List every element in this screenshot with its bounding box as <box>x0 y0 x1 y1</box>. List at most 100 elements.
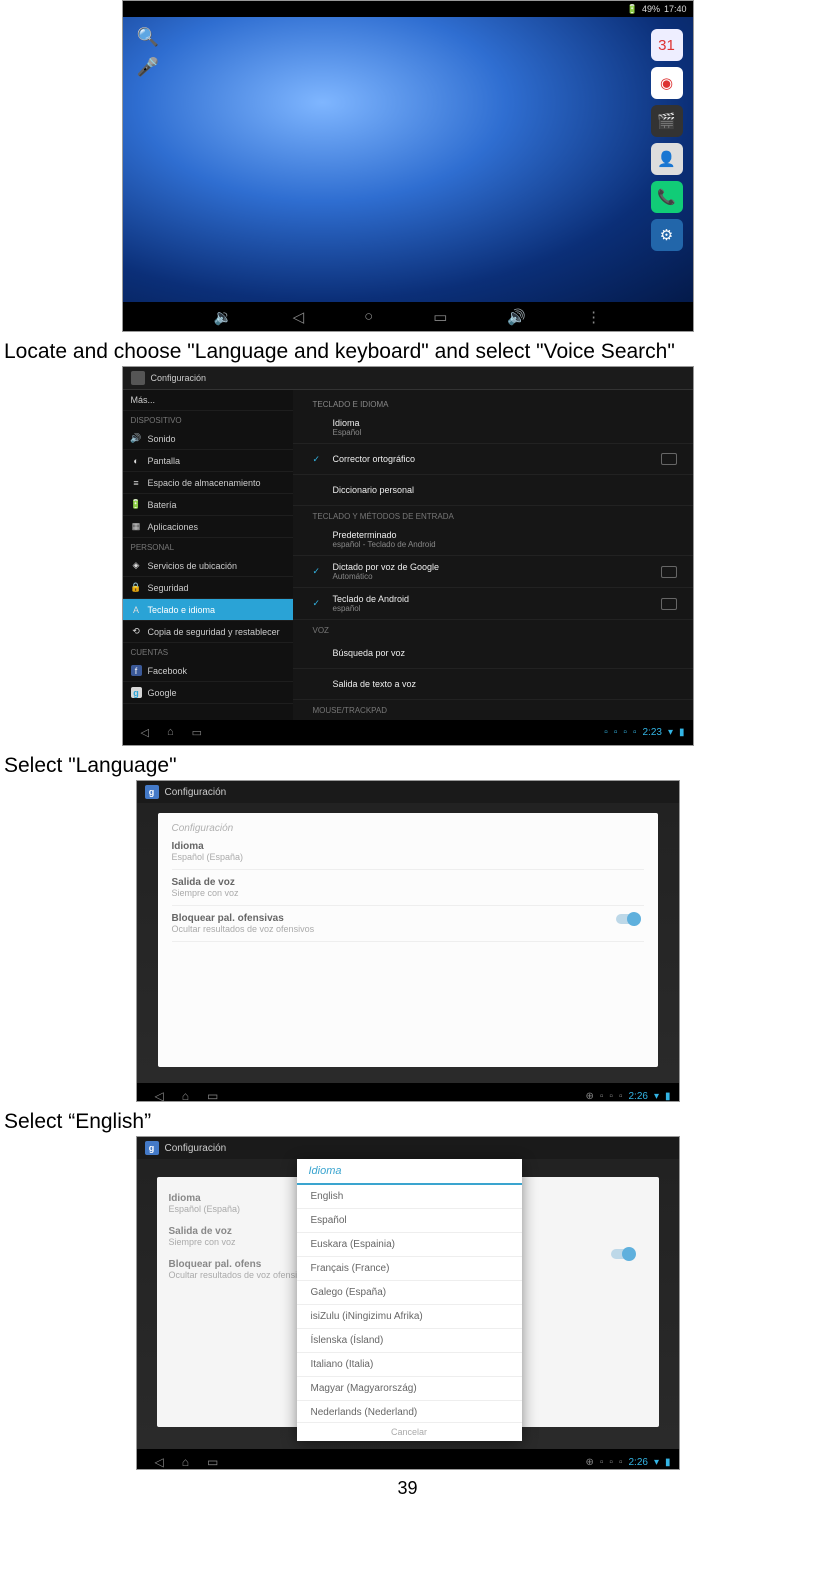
row-subtitle: Automático <box>333 572 440 581</box>
row-subtitle: Ocultar resultados de voz ofensivos <box>172 924 644 934</box>
sidebar-item[interactable]: f Facebook <box>123 660 293 682</box>
app-video-icon[interactable]: 🎬 <box>651 105 683 137</box>
recent-icon[interactable]: ▭ <box>192 726 202 739</box>
toggle-switch <box>611 1249 635 1259</box>
sidebar-item[interactable]: ≡Espacio de almacenamiento <box>123 472 293 494</box>
toggle-switch[interactable] <box>616 914 640 924</box>
wallpaper: 🔍 🎤 31 ◉ 🎬 👤 📞 ⚙ <box>123 17 693 302</box>
settings-row[interactable]: Predeterminadoespañol - Teclado de Andro… <box>293 524 693 556</box>
recent-icon[interactable]: ▭ <box>207 1455 218 1469</box>
language-option[interactable]: Galego (España) <box>297 1281 522 1305</box>
sidebar-item-icon: A <box>131 604 142 615</box>
app-chrome-icon[interactable]: ◉ <box>651 67 683 99</box>
row-title: Idioma <box>333 418 362 428</box>
app-settings-icon[interactable]: ⚙ <box>651 219 683 251</box>
status-icon: ⊕ <box>585 1457 593 1468</box>
sidebar-item[interactable]: gGoogle <box>123 682 293 704</box>
search-icon[interactable]: 🔍 <box>137 27 159 48</box>
status-icon: ▫ <box>619 1457 623 1468</box>
sidebar-item-label: Teclado e idioma <box>148 605 216 615</box>
sidebar-item[interactable]: ◈Servicios de ubicación <box>123 555 293 577</box>
system-bar: ◁ ⌂ ▭ ▫ ▫ ▫ ▫ 2:23 ▾ ▮ <box>123 720 693 744</box>
sidebar-header-personal: PERSONAL <box>123 538 293 555</box>
app-contacts-icon[interactable]: 👤 <box>651 143 683 175</box>
sidebar-header-accounts: CUENTAS <box>123 643 293 660</box>
settings-row[interactable]: IdiomaEspañol <box>293 412 693 444</box>
row-title: Salida de voz <box>172 877 644 888</box>
sidebar-item[interactable]: A Teclado e idioma <box>123 599 293 621</box>
sidebar-item-label: Aplicaciones <box>148 522 199 532</box>
screenshot-home: 🔋 49% 17:40 🔍 🎤 31 ◉ 🎬 👤 📞 ⚙ 🔉 ◁ ○ ▭ 🔊 ⋮ <box>122 0 694 332</box>
settings-row[interactable]: ✓Dictado por voz de GoogleAutomático <box>293 556 693 588</box>
sidebar-item[interactable]: 🔋Batería <box>123 494 293 516</box>
settings-icon[interactable] <box>661 453 677 465</box>
back-icon[interactable]: ◁ <box>155 1089 164 1102</box>
recent-icon[interactable]: ▭ <box>207 1089 218 1102</box>
home-icon[interactable]: ⌂ <box>182 1089 189 1102</box>
back-icon[interactable]: ◁ <box>293 308 305 326</box>
sidebar-item[interactable]: 🔊Sonido <box>123 428 293 450</box>
sidebar-item[interactable]: 🔒Seguridad <box>123 577 293 599</box>
sidebar-item[interactable]: ▦Aplicaciones <box>123 516 293 538</box>
app-calendar-icon[interactable]: 31 <box>651 29 683 61</box>
row-title: Corrector ortográfico <box>333 454 416 464</box>
pane-header-1: TECLADO Y MÉTODOS DE ENTRADA <box>293 506 693 524</box>
settings-topbar: Configuración <box>123 367 693 390</box>
app-title: Configuración <box>165 787 227 798</box>
language-option[interactable]: Euskara (Espainia) <box>297 1233 522 1257</box>
home-icon[interactable]: ⌂ <box>182 1455 189 1469</box>
settings-row[interactable]: Diccionario personal <box>293 475 693 506</box>
sidebar-item-label: Facebook <box>148 666 188 676</box>
sidebar-item-icon: ◈ <box>131 560 142 571</box>
settings-icon[interactable] <box>661 566 677 578</box>
vol-up-icon[interactable]: 🔊 <box>507 308 526 326</box>
app-phone-icon[interactable]: 📞 <box>651 181 683 213</box>
settings-card: Configuración IdiomaEspañol (España)Sali… <box>158 813 658 1067</box>
sidebar-item[interactable]: ◐Pantalla <box>123 450 293 472</box>
language-option[interactable]: Italiano (Italia) <box>297 1353 522 1377</box>
settings-row[interactable]: ✓Corrector ortográfico <box>293 444 693 475</box>
google-icon: g <box>145 785 159 799</box>
back-icon[interactable]: ◁ <box>155 1455 164 1469</box>
sidebar-item-icon: f <box>131 665 142 676</box>
menu-icon[interactable]: ⋮ <box>586 308 601 326</box>
recent-icon[interactable]: ▭ <box>433 308 447 326</box>
language-option[interactable]: Nederlands (Nederland) <box>297 1401 522 1422</box>
settings-row[interactable]: IdiomaEspañol (España) <box>172 834 644 870</box>
settings-icon[interactable] <box>661 598 677 610</box>
row-subtitle: Español (España) <box>172 852 644 862</box>
language-option[interactable]: isiZulu (iNingizimu Afrika) <box>297 1305 522 1329</box>
language-option[interactable]: English <box>297 1185 522 1209</box>
back-icon[interactable]: ◁ <box>141 726 149 739</box>
language-option[interactable]: Magyar (Magyarország) <box>297 1377 522 1401</box>
settings-row[interactable]: ✓Teclado de Androidespañol <box>293 588 693 620</box>
status-icon: ▫ <box>609 1457 613 1468</box>
home-icon[interactable]: ⌂ <box>167 726 174 739</box>
mic-icon[interactable]: 🎤 <box>137 57 159 78</box>
sidebar-item-label: Sonido <box>148 434 176 444</box>
row-title: Teclado de Android <box>333 594 410 604</box>
system-bar: ◁ ⌂ ▭ ⊕ ▫ ▫ ▫ 2:26 ▾ ▮ <box>137 1083 679 1102</box>
check-icon: ✓ <box>313 598 325 609</box>
battery-icon: 🔋 <box>627 4 638 15</box>
settings-row[interactable]: Búsqueda por voz <box>293 638 693 669</box>
language-list[interactable]: EnglishEspañolEuskara (Espainia)Français… <box>297 1185 522 1422</box>
vol-down-icon[interactable]: 🔉 <box>214 308 233 326</box>
home-icon[interactable]: ○ <box>364 308 373 325</box>
card-header: Configuración <box>172 823 644 834</box>
settings-sidebar: Más... DISPOSITIVO 🔊Sonido◐Pantalla≡Espa… <box>123 390 293 720</box>
wifi-icon: ▾ <box>668 727 673 738</box>
language-option[interactable]: Español <box>297 1209 522 1233</box>
dialog-cancel-button[interactable]: Cancelar <box>297 1422 522 1441</box>
sidebar-item-label: Google <box>148 688 177 698</box>
status-bar: 🔋 49% 17:40 <box>123 1 693 17</box>
language-option[interactable]: Français (France) <box>297 1257 522 1281</box>
sidebar-item-more[interactable]: Más... <box>123 390 293 411</box>
settings-row[interactable]: Salida de texto a voz <box>293 669 693 700</box>
settings-row[interactable]: Salida de vozSiempre con voz <box>172 870 644 906</box>
status-time: 2:26 <box>628 1457 647 1468</box>
sidebar-item-label: Pantalla <box>148 456 181 466</box>
settings-row[interactable]: Bloquear pal. ofensivasOcultar resultado… <box>172 906 644 942</box>
sidebar-item[interactable]: ⟲Copia de seguridad y restablecer <box>123 621 293 643</box>
language-option[interactable]: Íslenska (Ísland) <box>297 1329 522 1353</box>
